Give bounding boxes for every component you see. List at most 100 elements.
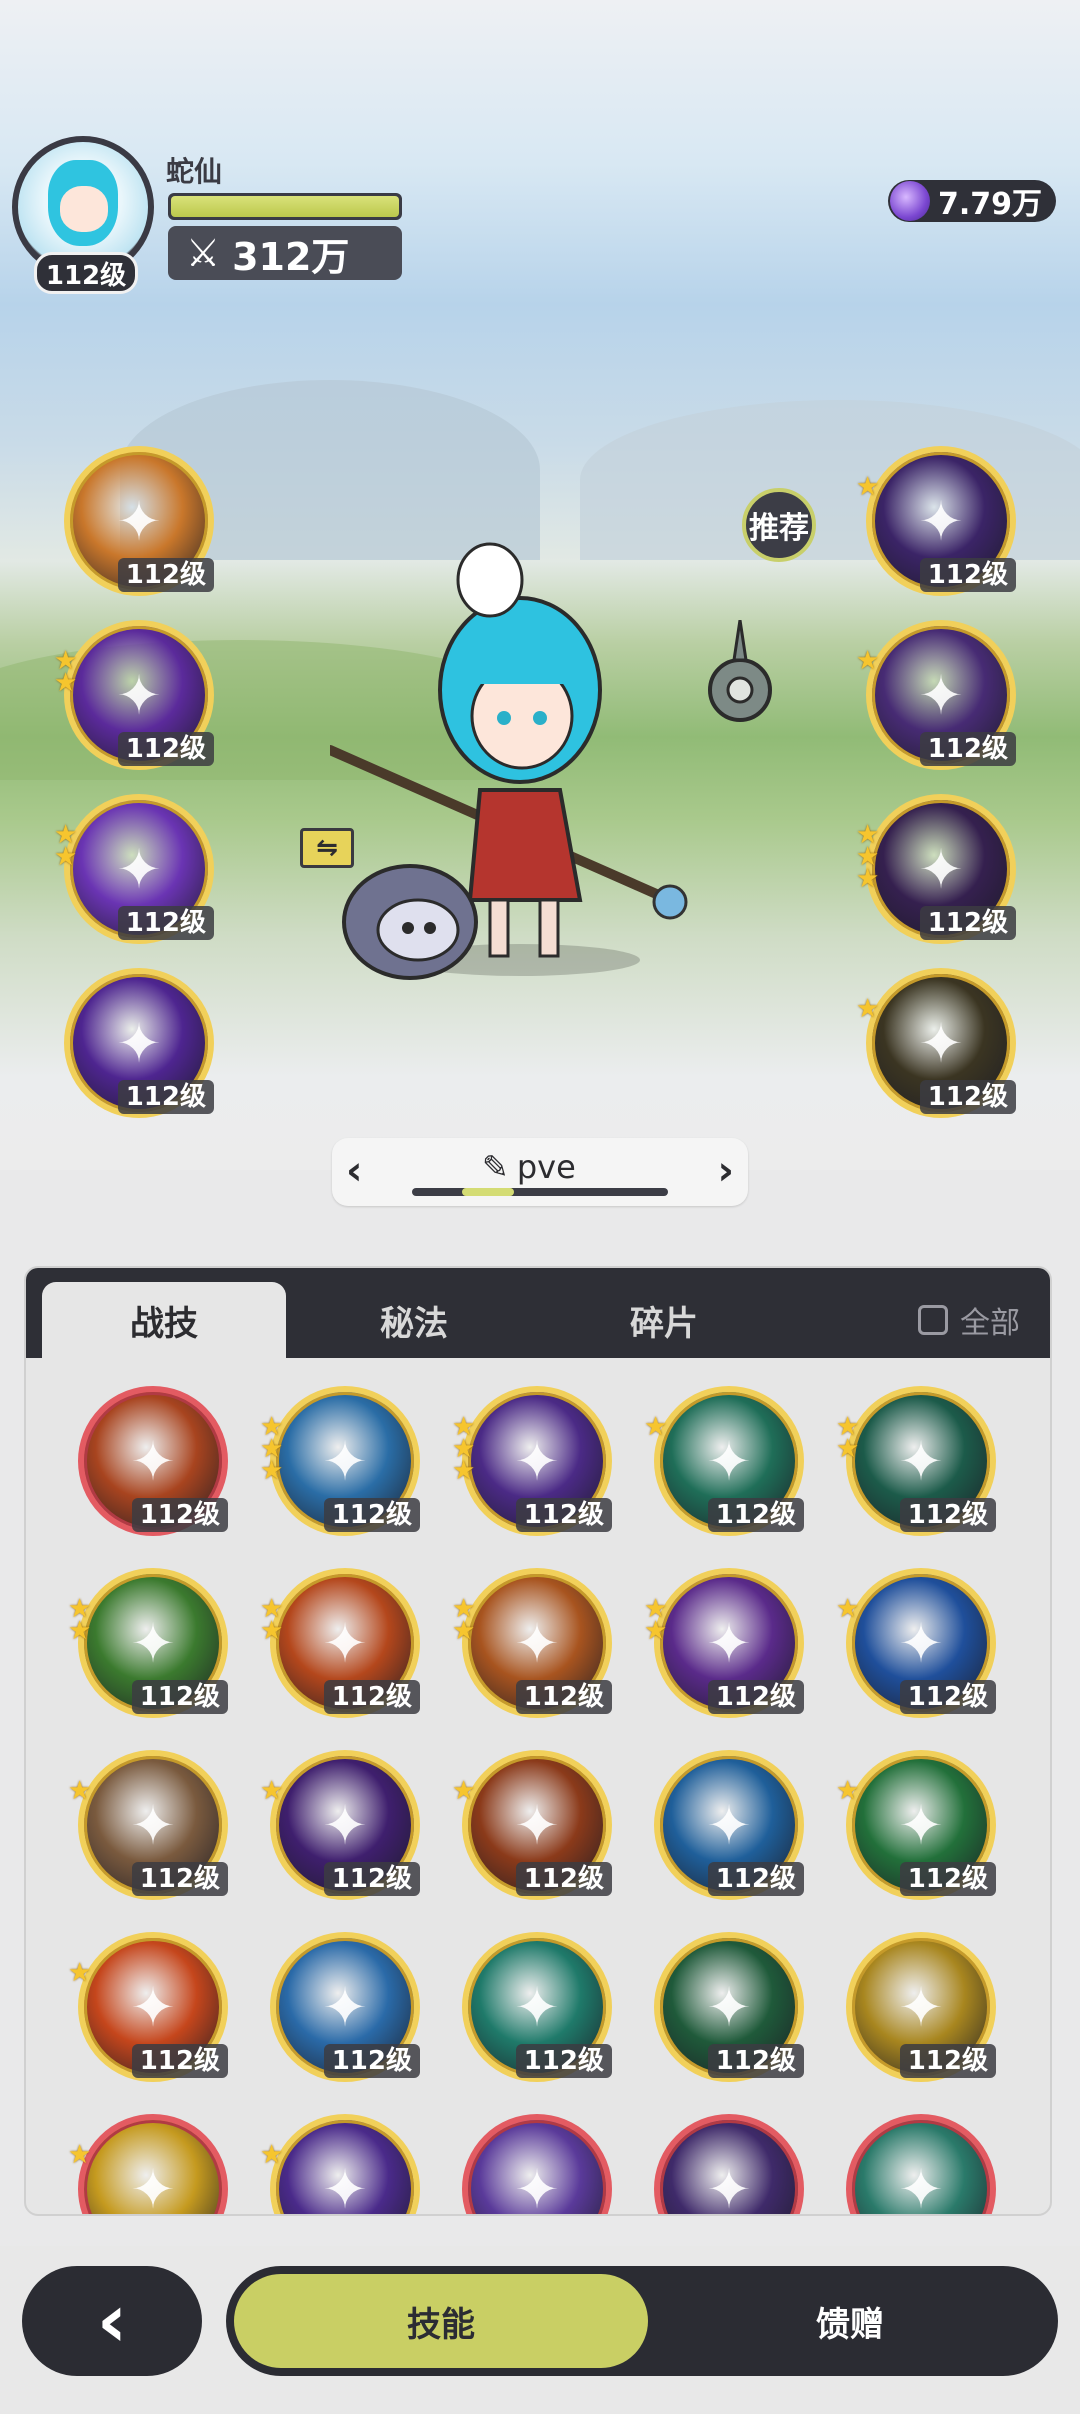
bottom-nav: 技能 馈赠 <box>226 2266 1058 2376</box>
skill-level-label: 112级 <box>919 558 1016 592</box>
currency-value: 7.79万 <box>938 187 1043 222</box>
star-rating: ★ ★ <box>54 820 78 872</box>
skill-level-label: 112级 <box>899 1498 996 1532</box>
nav-skills-button[interactable]: 技能 <box>234 2274 648 2368</box>
skill-level-label: 112级 <box>117 1080 214 1114</box>
nav-gifts-button[interactable]: 馈赠 <box>650 2274 1050 2368</box>
skill-slot[interactable]: ✦ ★ ★ ★ 112级 <box>452 1386 612 1536</box>
skill-slot[interactable]: ✦ ★ 112级 <box>260 1750 420 1900</box>
skill-slot[interactable]: ✦ 112级 <box>654 1750 804 1900</box>
skill-preset-switcher: ‹ ✎ pve › <box>332 1138 748 1206</box>
recommend-button[interactable]: 推荐 <box>742 488 816 562</box>
preset-name[interactable]: ✎ pve <box>482 1148 576 1186</box>
gem-icon <box>890 181 930 221</box>
skill-slot[interactable]: ✦ ★ <box>260 2114 420 2216</box>
skill-slot[interactable]: ✦ ★ ★ 112级 <box>452 1568 612 1718</box>
tab-secret-arts[interactable]: 秘法 <box>292 1282 536 1358</box>
star-rating: ★ ★ ★ <box>260 1412 284 1486</box>
skill-slot[interactable]: ✦ ★ 112级 <box>856 968 1016 1118</box>
skill-slot[interactable]: ✦ ★ 112级 <box>856 620 1016 770</box>
skill-slot[interactable]: ✦ <box>462 2114 612 2216</box>
skill-level-label: 112级 <box>515 1862 612 1896</box>
preset-name-label: pve <box>516 1148 576 1186</box>
skill-slot[interactable]: ✦ 112级 <box>462 1932 612 2082</box>
skill-slot[interactable]: ✦ <box>654 2114 804 2216</box>
star-rating: ★ <box>856 994 880 1024</box>
star-rating: ★ ★ <box>452 1594 476 1646</box>
skill-level-label: 112级 <box>323 1680 420 1714</box>
checkbox-icon[interactable] <box>918 1305 948 1335</box>
skill-inventory-panel: 战技 秘法 碎片 全部 ✦ 112级 ✦ ★ ★ ★ 112级 ✦ ★ ★ ★ 112级 ✦ ★ 1… <box>24 1266 1052 2216</box>
currency-display[interactable]: 7.79万 <box>888 180 1056 222</box>
skill-level-label: 112级 <box>323 1498 420 1532</box>
skill-slot[interactable]: ✦ ★ 112级 <box>856 446 1016 596</box>
skill-level-label: 112级 <box>919 1080 1016 1114</box>
tab-fragments[interactable]: 碎片 <box>542 1282 786 1358</box>
back-button[interactable]: ‹ <box>22 2266 202 2376</box>
star-rating: ★ <box>68 1958 92 1988</box>
skill-grid: ✦ 112级 ✦ ★ ★ ★ 112级 ✦ ★ ★ ★ 112级 ✦ ★ 112级 ✦ ★ ★ 112级 ✦… <box>26 1358 1050 2216</box>
skill-slot[interactable]: ✦ <box>846 2114 996 2216</box>
show-all-label: 全部 <box>960 1306 1020 1341</box>
star-rating: ★ ★ <box>54 646 78 698</box>
floating-relic <box>708 620 772 722</box>
star-rating: ★ <box>836 1776 860 1806</box>
skill-slot[interactable]: ✦ 112级 <box>270 1932 420 2082</box>
skill-slot[interactable]: ✦ ★ 112级 <box>836 1568 996 1718</box>
preset-prev-button[interactable]: ‹ <box>346 1148 362 1194</box>
skill-slot[interactable]: ✦ ★ 112级 <box>836 1750 996 1900</box>
swap-pet-icon[interactable]: ⇋ <box>300 828 354 868</box>
pet-companion <box>342 864 478 980</box>
skill-level-label: 112级 <box>131 1498 228 1532</box>
skill-slot[interactable]: ✦ ★ ★ 112级 <box>54 794 214 944</box>
combat-power-value: 312万 <box>232 234 350 279</box>
wing-icon: ✦ <box>514 2157 560 2216</box>
ring-icon: ✦ <box>322 2157 368 2216</box>
skill-level-label: 112级 <box>323 2044 420 2078</box>
skill-level-label: 112级 <box>117 906 214 940</box>
skill-level-label: 112级 <box>899 2044 996 2078</box>
skill-slot[interactable]: ✦ 112级 <box>78 1386 228 1536</box>
skill-slot[interactable]: ✦ ★ ★ ★ 112级 <box>260 1386 420 1536</box>
skill-level-label: 112级 <box>707 2044 804 2078</box>
preset-next-button[interactable]: › <box>718 1148 734 1194</box>
show-all-toggle[interactable]: 全部 <box>918 1298 1020 1342</box>
skill-slot[interactable]: ✦ ★ 112级 <box>644 1386 804 1536</box>
star-rating: ★ <box>856 472 880 502</box>
star-rating: ★ <box>68 2140 92 2170</box>
preset-indicator <box>412 1188 668 1196</box>
skill-level-label: 112级 <box>117 732 214 766</box>
shield-icon: ✦ <box>706 2157 752 2216</box>
skill-level-label: 112级 <box>707 1498 804 1532</box>
star-rating: ★ ★ ★ <box>452 1412 476 1486</box>
skill-level-label: 112级 <box>515 1680 612 1714</box>
skill-level-label: 112级 <box>323 1862 420 1896</box>
skill-slot[interactable]: ✦ ★ ★ 112级 <box>260 1568 420 1718</box>
skill-level-label: 112级 <box>515 1498 612 1532</box>
skill-level-label: 112级 <box>899 1680 996 1714</box>
skill-slot[interactable]: ✦ 112级 <box>64 968 214 1118</box>
skill-level-label: 112级 <box>131 1680 228 1714</box>
skill-slot[interactable]: ✦ ★ 112级 <box>68 1932 228 2082</box>
player-level-badge: 112级 <box>34 252 138 294</box>
orb-icon: ✦ <box>898 2157 944 2216</box>
skill-slot[interactable]: ✦ ★ <box>68 2114 228 2214</box>
skill-level-label: 112级 <box>899 1862 996 1896</box>
skill-slot[interactable]: ✦ ★ 112级 <box>452 1750 612 1900</box>
skill-slot[interactable]: ✦ ★ ★ 112级 <box>644 1568 804 1718</box>
skill-level-label: 112级 <box>515 2044 612 2078</box>
skill-slot[interactable]: ✦ ★ 112级 <box>68 1750 228 1900</box>
skill-slot[interactable]: ✦ 112级 <box>654 1932 804 2082</box>
skill-level-label: 112级 <box>117 558 214 592</box>
skill-slot[interactable]: ✦ ★ ★ 112级 <box>836 1386 996 1536</box>
star-rating: ★ ★ <box>644 1594 668 1646</box>
player-hp-bar <box>168 193 402 220</box>
tab-combat-skills[interactable]: 战技 <box>42 1282 286 1358</box>
skill-slot[interactable]: ✦ ★ ★ 112级 <box>68 1568 228 1718</box>
skill-slot[interactable]: ✦ 112级 <box>846 1932 996 2082</box>
skill-level-label: 112级 <box>919 732 1016 766</box>
skill-slot[interactable]: ✦ ★ ★ ★ 112级 <box>856 794 1016 944</box>
star-rating: ★ <box>856 646 880 676</box>
skill-slot[interactable]: ✦ 112级 <box>64 446 214 596</box>
skill-slot[interactable]: ✦ ★ ★ 112级 <box>54 620 214 770</box>
